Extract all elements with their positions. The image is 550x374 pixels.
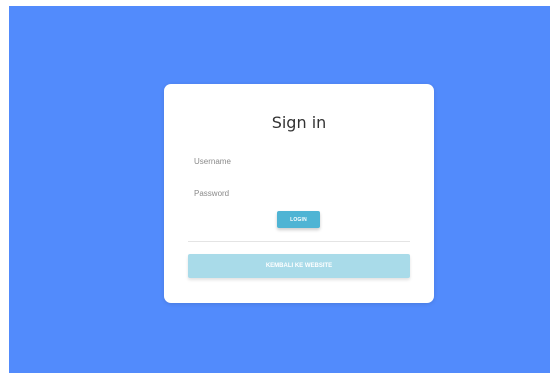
back-to-website-button[interactable]: KEMBALI KE WEBSITE — [188, 254, 410, 278]
login-button[interactable]: LOGIN — [277, 211, 320, 228]
username-input[interactable] — [189, 153, 409, 169]
password-input[interactable] — [189, 185, 409, 201]
signin-card: Sign in LOGIN KEMBALI KE WEBSITE — [164, 84, 434, 303]
divider — [188, 241, 410, 242]
page-background: Sign in LOGIN KEMBALI KE WEBSITE — [9, 6, 550, 373]
signin-title: Sign in — [271, 113, 327, 132]
